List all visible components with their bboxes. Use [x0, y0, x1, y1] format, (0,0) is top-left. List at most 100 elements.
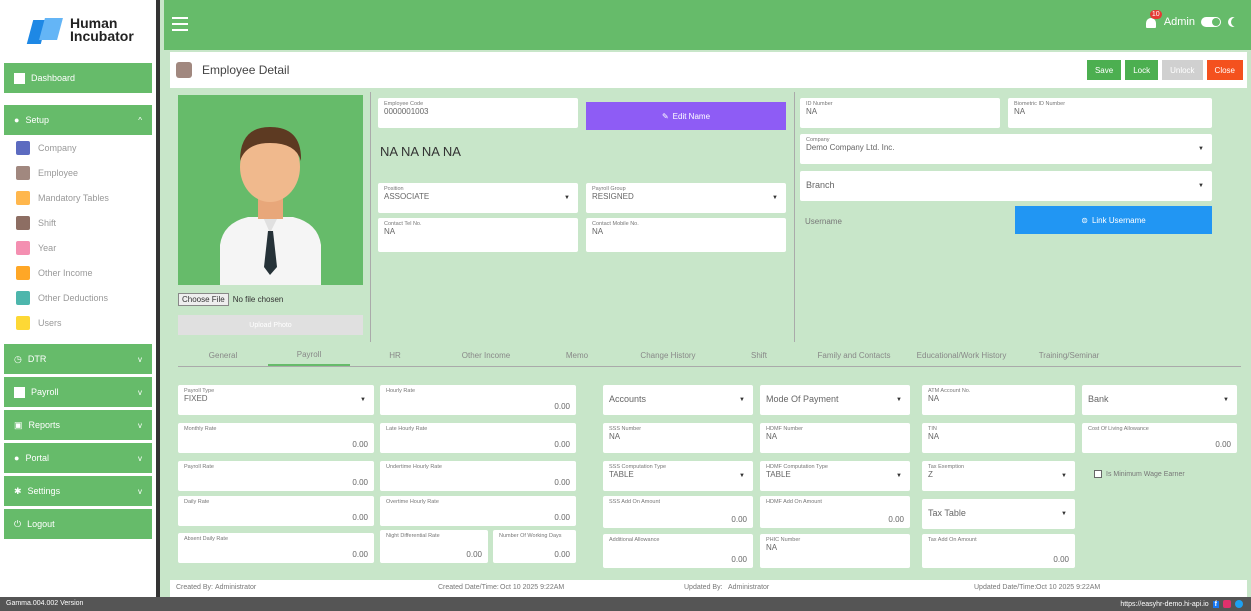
company-select[interactable]: Company Demo Company Ltd. Inc. ▼ — [800, 134, 1212, 164]
tables-icon — [16, 190, 30, 205]
clock-icon: ◷ — [14, 353, 22, 364]
tab-general[interactable]: General — [178, 345, 268, 366]
late-hourly-rate-field[interactable]: Late Hourly Rate 0.00 — [380, 423, 576, 453]
employee-code-field[interactable]: Employee Code 0000001003 — [378, 98, 578, 128]
version-bar: Gamma.004.002 Version https://easyhr-dem… — [0, 597, 1251, 611]
unlock-button[interactable]: Unlock — [1162, 60, 1203, 80]
shift-icon — [16, 215, 30, 230]
lock-button[interactable]: Lock — [1125, 60, 1159, 80]
facebook-icon[interactable]: f — [1212, 600, 1219, 608]
sidebar-item-other-income[interactable]: Other Income — [4, 260, 152, 285]
tab-training-seminar[interactable]: Training/Seminar — [1019, 345, 1119, 366]
additional-allowance-field[interactable]: Additional Allowance 0.00 — [603, 534, 753, 568]
tab-educational-history[interactable]: Educational/Work History — [904, 345, 1019, 366]
tab-other-income[interactable]: Other Income — [440, 345, 532, 366]
dropdown-caret-icon: ▼ — [1223, 397, 1229, 403]
tax-exemption-select[interactable]: Tax Exemption Z ▼ — [922, 461, 1075, 491]
bank-select[interactable]: Bank ▼ — [1082, 385, 1237, 415]
cola-field[interactable]: Cost Of Living Allowance 0.00 — [1082, 423, 1237, 453]
sidebar-item-other-deductions[interactable]: Other Deductions — [4, 285, 152, 310]
print-icon: ▣ — [14, 419, 23, 430]
sidebar-item-employee[interactable]: Employee — [4, 160, 152, 185]
nav-dtr[interactable]: ◷ DTR v — [4, 344, 152, 374]
sidebar-item-year[interactable]: Year — [4, 235, 152, 260]
minimum-wage-checkbox[interactable] — [1094, 470, 1102, 478]
nav-settings[interactable]: ✱ Settings v — [4, 476, 152, 506]
position-select[interactable]: Position ASSOCIATE ▼ — [378, 183, 578, 213]
nav-dashboard[interactable]: Dashboard — [4, 63, 152, 93]
payroll-group-select[interactable]: Payroll Group RESIGNED ▼ — [586, 183, 786, 213]
sss-computation-select[interactable]: SSS Computation Type TABLE ▼ — [603, 461, 753, 491]
absent-daily-rate-field[interactable]: Absent Daily Rate 0.00 — [178, 533, 374, 563]
daily-rate-field[interactable]: Daily Rate 0.00 — [178, 496, 374, 526]
save-button[interactable]: Save — [1086, 60, 1122, 80]
page-title: Employee Detail — [202, 63, 290, 77]
user-name[interactable]: Admin — [1164, 16, 1195, 28]
dashboard-icon — [14, 72, 25, 84]
hdmf-computation-select[interactable]: HDMF Computation Type TABLE ▼ — [760, 461, 910, 491]
divider — [794, 92, 795, 342]
biometric-id-field[interactable]: Biometric ID Number NA — [1008, 98, 1212, 128]
nav-setup[interactable]: ● Setup ^ — [4, 105, 152, 135]
sidebar-item-company[interactable]: Company — [4, 135, 152, 160]
sss-number-field[interactable]: SSS Number NA — [603, 423, 753, 453]
nav-logout[interactable]: ⏻ Logout — [4, 509, 152, 539]
branch-select[interactable]: Branch ▼ — [800, 171, 1212, 201]
undertime-hourly-rate-field[interactable]: Undertime Hourly Rate 0.00 — [380, 461, 576, 491]
tab-memo[interactable]: Memo — [532, 345, 622, 366]
overtime-hourly-rate-field[interactable]: Overtime Hourly Rate 0.00 — [380, 496, 576, 526]
theme-toggle[interactable] — [1201, 17, 1221, 27]
bell-icon[interactable]: 10 — [1144, 10, 1162, 30]
mode-of-payment-select[interactable]: Mode Of Payment ▼ — [760, 385, 910, 415]
divider — [370, 92, 371, 342]
payroll-rate-field[interactable]: Payroll Rate 0.00 — [178, 461, 374, 491]
site-url[interactable]: https://easyhr-demo.hi-api.io — [1120, 601, 1208, 608]
sss-addon-field[interactable]: SSS Add On Amount 0.00 — [603, 496, 753, 528]
employee-detail-panel: Employee Detail Save Lock Unlock Close C… — [170, 52, 1247, 597]
upload-photo-button[interactable]: Upload Photo — [178, 315, 363, 335]
close-button[interactable]: Close — [1206, 60, 1243, 80]
payroll-type-select[interactable]: Payroll Type FIXED ▼ — [178, 385, 374, 415]
phic-number-field[interactable]: PHIC Number NA — [760, 534, 910, 568]
nav-portal[interactable]: ● Portal v — [4, 443, 152, 473]
choose-file-button[interactable]: Choose File — [178, 293, 229, 306]
tab-shift[interactable]: Shift — [714, 345, 804, 366]
sidebar-item-users[interactable]: Users — [4, 310, 152, 335]
twitter-icon[interactable] — [1235, 600, 1243, 608]
settings-icon: ✱ — [14, 485, 22, 496]
deductions-icon — [16, 290, 30, 305]
dropdown-caret-icon: ▼ — [1198, 146, 1204, 152]
tin-field[interactable]: TIN NA — [922, 423, 1075, 453]
contact-mobile-field[interactable]: Contact Mobile No. NA — [586, 218, 786, 252]
tab-family-contacts[interactable]: Family and Contacts — [804, 345, 904, 366]
atm-account-field[interactable]: ATM Account No. NA — [922, 385, 1075, 415]
version-label: Gamma.004.002 Version — [6, 600, 84, 607]
hdmf-number-field[interactable]: HDMF Number NA — [760, 423, 910, 453]
dropdown-caret-icon: ▼ — [1061, 473, 1067, 479]
tab-change-history[interactable]: Change History — [622, 345, 714, 366]
working-days-field[interactable]: Number Of Working Days 0.00 — [493, 530, 576, 563]
contact-tel-field[interactable]: Contact Tel No. NA — [378, 218, 578, 252]
nav-payroll[interactable]: Payroll v — [4, 377, 152, 407]
sidebar-item-mandatory-tables[interactable]: Mandatory Tables — [4, 185, 152, 210]
edit-name-button[interactable]: ✎ Edit Name — [586, 102, 786, 130]
instagram-icon[interactable] — [1223, 600, 1231, 608]
tab-payroll[interactable]: Payroll — [268, 345, 350, 366]
nav-reports[interactable]: ▣ Reports v — [4, 410, 152, 440]
hourly-rate-field[interactable]: Hourly Rate 0.00 — [380, 385, 576, 415]
sidebar-item-shift[interactable]: Shift — [4, 210, 152, 235]
link-username-button[interactable]: ⊜ Link Username — [1015, 206, 1212, 234]
notification-badge: 10 — [1149, 10, 1162, 19]
night-differential-field[interactable]: Night Differential Rate 0.00 — [380, 530, 488, 563]
key-icon — [16, 315, 30, 330]
id-number-field[interactable]: ID Number NA — [800, 98, 1000, 128]
monthly-rate-field[interactable]: Monthly Rate 0.00 — [178, 423, 374, 453]
tax-addon-field[interactable]: Tax Add On Amount 0.00 — [922, 534, 1075, 568]
accounts-select[interactable]: Accounts ▼ — [603, 385, 753, 415]
hdmf-addon-field[interactable]: HDMF Add On Amount 0.00 — [760, 496, 910, 528]
tab-hr[interactable]: HR — [350, 345, 440, 366]
chevron-down-icon: v — [138, 420, 142, 430]
tax-table-select[interactable]: Tax Table ▼ — [922, 499, 1075, 529]
pencil-icon: ✎ — [661, 111, 669, 121]
hamburger-menu-icon[interactable] — [172, 17, 188, 31]
